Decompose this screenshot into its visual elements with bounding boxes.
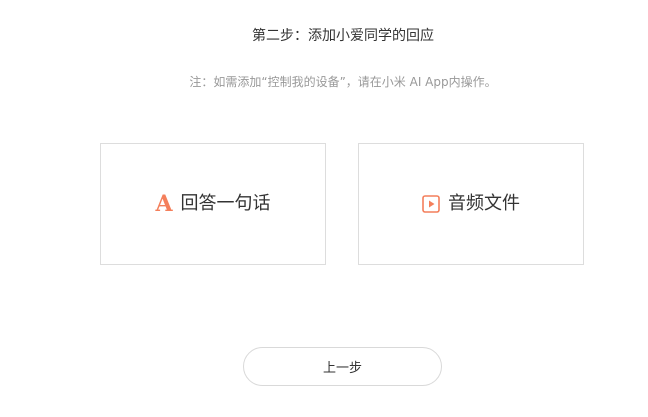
hint-note: 注：如需添加“控制我的设备”，请在小米 AI App内操作。	[189, 75, 497, 89]
step-title: 第二步：添加小爱同学的回应	[252, 28, 434, 44]
audio-file-content: 音频文件	[422, 192, 520, 216]
previous-step-button[interactable]: 上一步	[243, 347, 442, 386]
play-file-icon	[422, 195, 440, 213]
audio-file-card[interactable]: 音频文件	[358, 143, 584, 265]
letter-a-icon: A	[155, 191, 173, 217]
audio-file-label: 音频文件	[448, 193, 520, 214]
reply-sentence-card[interactable]: A 回答一句话	[100, 143, 326, 265]
reply-sentence-label: 回答一句话	[180, 193, 271, 214]
reply-sentence-content: A 回答一句话	[155, 192, 270, 216]
